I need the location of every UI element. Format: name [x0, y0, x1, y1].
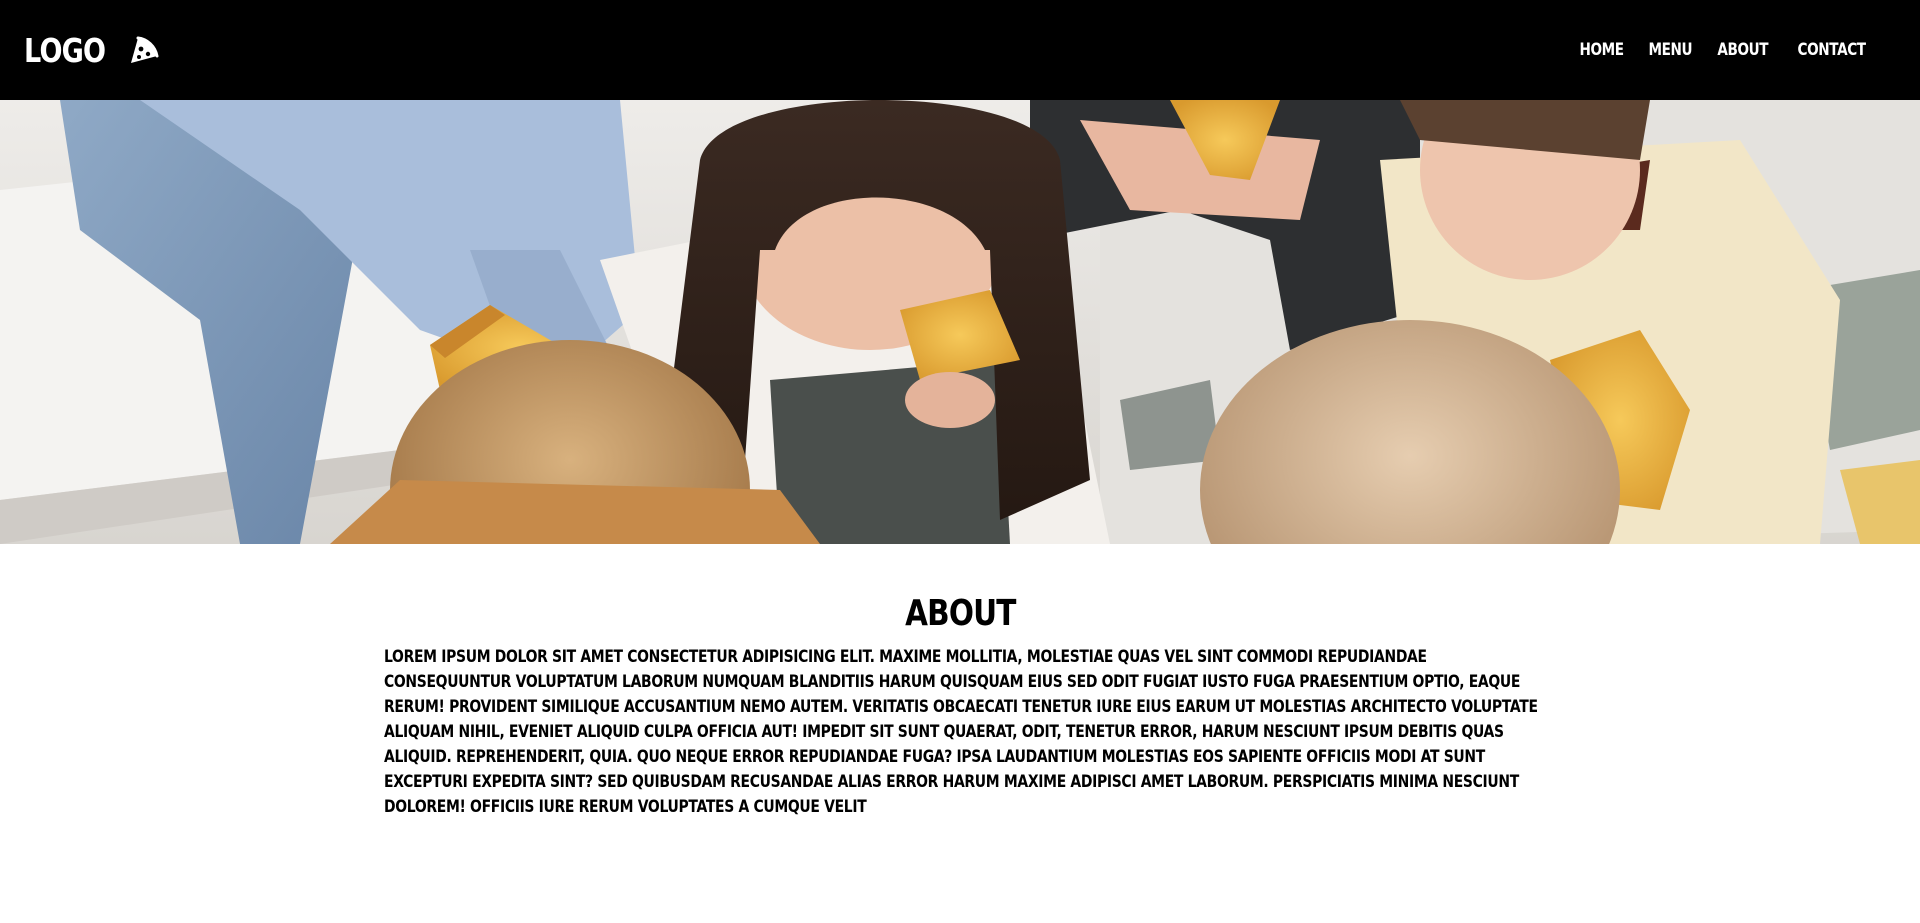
main-nav: HOME MENU ABOUT CONTACT: [1564, 40, 1874, 60]
brand[interactable]: LOGO: [24, 31, 161, 70]
hero-photo: [0, 100, 1920, 544]
about-body-text: Lorem ipsum dolor sit amet consectetur a…: [384, 647, 1538, 817]
nav-menu-link[interactable]: MENU: [1648, 40, 1692, 60]
pizza-icon: [127, 33, 161, 67]
logo-text[interactable]: LOGO: [24, 31, 106, 70]
nav-about-link[interactable]: ABOUT: [1718, 40, 1769, 60]
about-section: ABOUT Lorem ipsum dolor sit amet consect…: [0, 544, 1920, 923]
about-title: ABOUT: [904, 593, 1016, 634]
top-navbar: LOGO HOME MENU ABOUT CONTACT: [0, 0, 1920, 100]
nav-contact-link[interactable]: CONTACT: [1797, 40, 1866, 60]
hero-image: [0, 100, 1920, 544]
nav-home-link[interactable]: HOME: [1579, 40, 1624, 60]
